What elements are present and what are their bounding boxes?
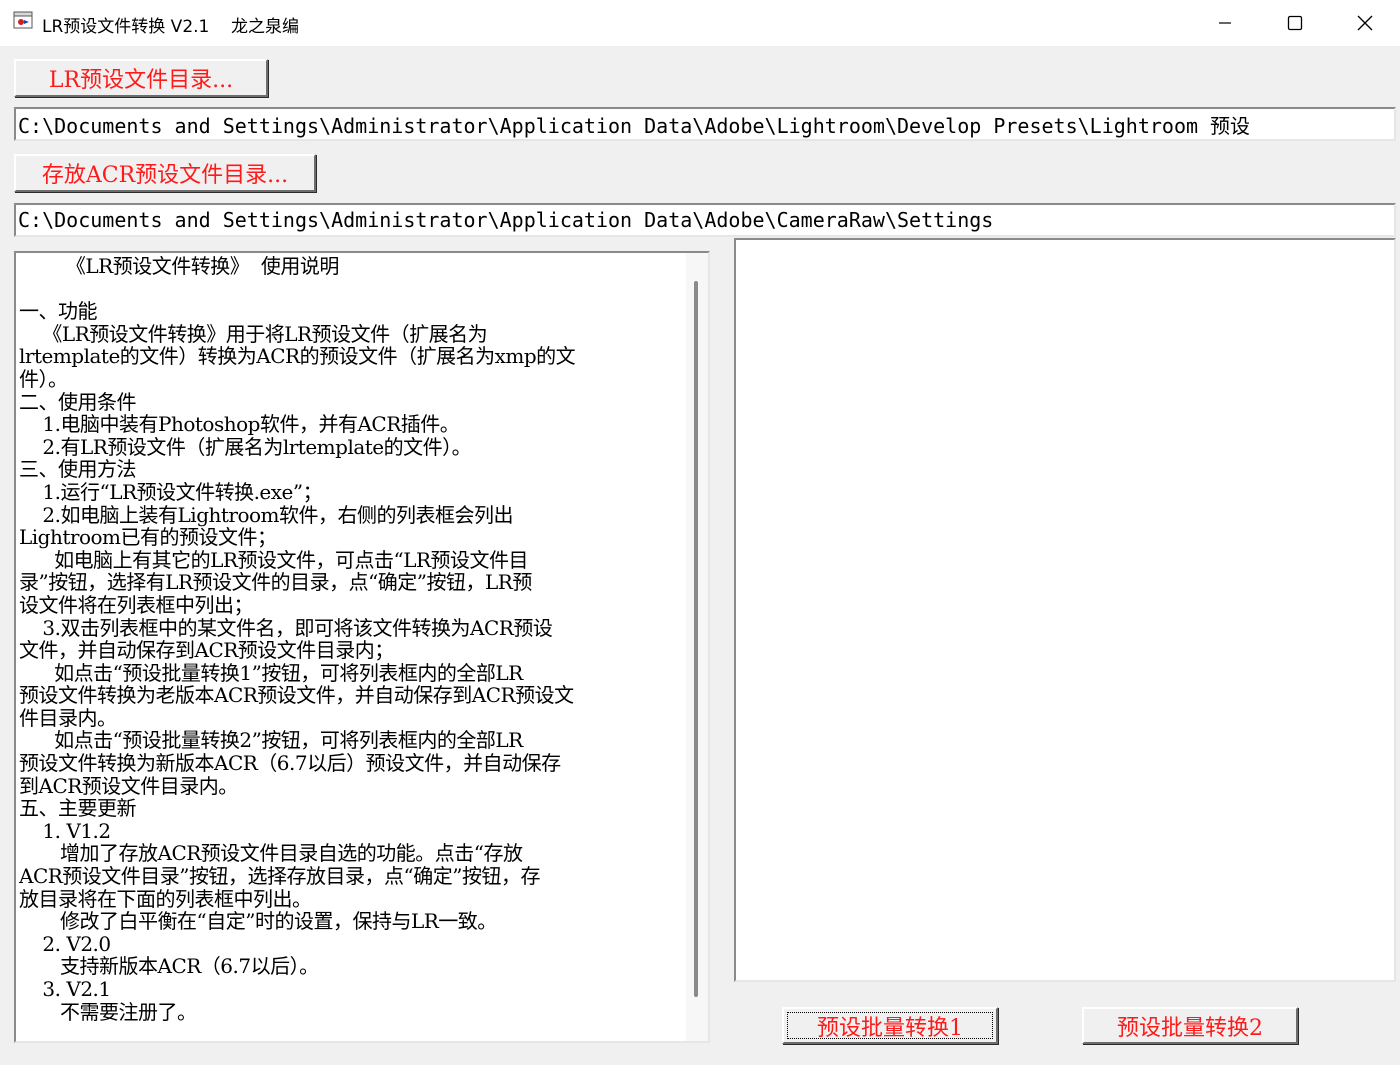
window-title: LR预设文件转换 V2.1 龙之泉编 <box>42 17 299 37</box>
instruction-line: 一、功能 <box>19 299 98 324</box>
instruction-line: 1. V1.2 <box>19 818 111 843</box>
close-icon <box>1357 15 1373 31</box>
instruction-line: 放目录将在下面的列表框中列出。 <box>19 886 312 911</box>
acr-preset-dir-path[interactable]: C:\Documents and Settings\Administrator\… <box>14 203 1396 237</box>
title-bar[interactable]: LR预设文件转换 V2.1 龙之泉编 <box>0 0 1400 46</box>
instruction-line: 2. V2.0 <box>19 931 111 956</box>
instructions-text: 《LR预设文件转换》 使用说明 一、功能 《LR预设文件转换》用于将LR预设文件… <box>19 255 687 1023</box>
instruction-line: 《LR预设文件转换》 使用说明 <box>19 254 340 278</box>
batch-convert-1-button[interactable]: 预设批量转换1 <box>782 1007 998 1044</box>
instruction-line: 件）。 <box>19 366 68 391</box>
instruction-line: 文件，并自动保存到ACR预设文件目录内； <box>19 638 394 663</box>
maximize-button[interactable] <box>1260 0 1330 46</box>
instruction-line: 2.有LR预设文件（扩展名为lrtemplate的文件）。 <box>19 434 472 459</box>
instruction-line: 到ACR预设文件目录内。 <box>19 773 238 798</box>
scrollbar-thumb[interactable] <box>694 281 698 997</box>
instruction-line <box>19 278 687 301</box>
lr-preset-dir-button[interactable]: LR预设文件目录... <box>14 59 268 97</box>
instruction-line: 3. V2.1 <box>19 977 111 1001</box>
instruction-line: 如电脑上有其它的LR预设文件，可点击“LR预设文件目 <box>19 547 529 572</box>
instruction-line: 《LR预设文件转换》用于将LR预设文件（扩展名为 <box>19 321 488 346</box>
instruction-line: 录”按钮，选择有LR预设文件的目录，点“确定”按钮，LR预 <box>19 570 532 595</box>
instruction-line: 1.运行“LR预设文件转换.exe”； <box>19 479 323 504</box>
instruction-line: 不需要注册了。 <box>19 999 197 1024</box>
instruction-line: 二、使用条件 <box>19 389 137 414</box>
instruction-line: 1.电脑中装有Photoshop软件，并有ACR插件。 <box>19 412 460 437</box>
instruction-line: 3.双击列表框中的某文件名，即可将该文件转换为ACR预设 <box>19 615 553 640</box>
instructions-scrollbar[interactable] <box>686 253 708 1041</box>
instruction-line: 设文件将在列表框中列出； <box>19 592 254 617</box>
client-area: LR预设文件目录... C:\Documents and Settings\Ad… <box>0 46 1400 1065</box>
instruction-line: lrtemplate的文件）转换为ACR的预设文件（扩展名为xmp的文 <box>19 344 576 369</box>
instruction-line: 支持新版本ACR（6.7以后）。 <box>19 954 319 979</box>
instruction-line: 预设文件转换为新版本ACR（6.7以后）预设文件，并自动保存 <box>19 751 561 776</box>
instruction-line: 预设文件转换为老版本ACR预设文件，并自动保存到ACR预设文 <box>19 683 574 708</box>
instructions-memo[interactable]: 《LR预设文件转换》 使用说明 一、功能 《LR预设文件转换》用于将LR预设文件… <box>14 251 710 1043</box>
instruction-line: 五、主要更新 <box>19 796 137 821</box>
instruction-line: 如点击“预设批量转换1”按钮，可将列表框内的全部LR <box>19 660 523 685</box>
close-button[interactable] <box>1330 0 1400 46</box>
acr-preset-dir-button[interactable]: 存放ACR预设文件目录... <box>14 154 316 192</box>
instruction-line: Lightroom已有的预设文件； <box>19 525 277 550</box>
instruction-line: 三、使用方法 <box>19 457 137 482</box>
instruction-line: 增加了存放ACR预设文件目录自选的功能。点击“存放 <box>19 841 523 866</box>
instruction-line: 件目录内。 <box>19 705 117 730</box>
instruction-line: ACR预设文件目录”按钮，选择存放目录，点“确定”按钮，存 <box>19 864 540 889</box>
instruction-line: 修改了白平衡在“自定”时的设置，保持与LR一致。 <box>19 909 497 934</box>
batch-convert-2-button[interactable]: 预设批量转换2 <box>1082 1007 1298 1044</box>
maximize-icon <box>1287 15 1303 31</box>
minimize-icon <box>1219 22 1231 24</box>
instruction-line: 如点击“预设批量转换2”按钮，可将列表框内的全部LR <box>19 728 523 753</box>
minimize-button[interactable] <box>1190 0 1260 46</box>
instruction-line: 2.如电脑上装有Lightroom软件，右侧的列表框会列出 <box>19 502 514 527</box>
lr-preset-dir-path[interactable]: C:\Documents and Settings\Administrator\… <box>14 107 1396 141</box>
preset-file-list[interactable] <box>734 238 1396 982</box>
app-icon <box>13 11 33 29</box>
